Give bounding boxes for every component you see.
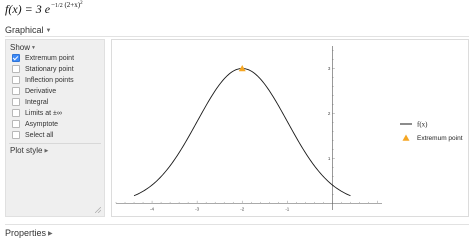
x-tick-label: -3 xyxy=(195,206,199,211)
checkbox-icon[interactable] xyxy=(12,76,20,84)
checkbox-icon[interactable] xyxy=(12,87,20,95)
formula-exponent: −1/2 (2+x)2 xyxy=(51,1,83,9)
chevron-down-icon: ▼ xyxy=(45,28,52,34)
x-tick-label: -4 xyxy=(150,206,154,211)
function-plot: -4 -3 -2 -1 1 2 3 f(x) Extremum point xyxy=(115,46,463,211)
resize-grip-icon[interactable] xyxy=(95,207,101,213)
chevron-right-icon: ▶ xyxy=(44,148,49,154)
option-integral[interactable]: Integral xyxy=(12,97,48,107)
legend-label-f: f(x) xyxy=(417,121,428,129)
show-dropdown[interactable]: Show▼ xyxy=(10,43,36,52)
option-label: Limits at ±∞ xyxy=(25,109,62,117)
option-asymptote[interactable]: Asymptote xyxy=(12,119,58,129)
legend-label-extremum: Extremum point xyxy=(417,135,463,142)
plot-area: -4 -3 -2 -1 1 2 3 f(x) Extremum point xyxy=(111,39,469,217)
option-label: Asymptote xyxy=(25,120,59,128)
option-limits[interactable]: Limits at ±∞ xyxy=(12,108,62,118)
function-formula: f(x) = 3 e−1/2 (2+x)2 xyxy=(5,1,83,22)
checkbox-checked-icon[interactable] xyxy=(12,54,20,62)
option-derivative[interactable]: Derivative xyxy=(12,86,56,96)
axes xyxy=(116,46,382,210)
y-tick-label: 3 xyxy=(328,66,331,71)
section-divider xyxy=(5,224,469,225)
plot-style-toggle[interactable]: Plot style ▶ xyxy=(10,146,48,155)
option-label: Stationary point xyxy=(25,65,74,73)
checkbox-icon[interactable] xyxy=(12,109,20,117)
option-select-all[interactable]: Select all xyxy=(12,130,53,140)
option-inflection-points[interactable]: Inflection points xyxy=(12,75,74,85)
checkbox-icon[interactable] xyxy=(12,131,20,139)
graphical-label: Graphical xyxy=(5,25,44,35)
properties-label: Properties xyxy=(5,228,47,238)
checkbox-icon[interactable] xyxy=(12,120,20,128)
section-divider xyxy=(5,36,469,37)
option-label: Derivative xyxy=(25,87,57,95)
panel-divider xyxy=(9,143,101,144)
formula-lhs: f(x) = 3 xyxy=(5,2,42,16)
option-label: Select all xyxy=(25,131,54,139)
graphical-section-toggle[interactable]: Graphical ▼ xyxy=(5,25,51,35)
x-tick-label: -1 xyxy=(285,206,289,211)
option-label: Extremum point xyxy=(25,54,75,62)
option-extremum-point[interactable]: Extremum point xyxy=(12,53,74,63)
x-tick-label: -2 xyxy=(240,206,244,211)
legend: f(x) Extremum point xyxy=(400,121,463,142)
chevron-right-icon: ▶ xyxy=(48,231,53,237)
series-line-f xyxy=(133,68,351,197)
axis-ticks: -4 -3 -2 -1 1 2 3 xyxy=(115,50,378,211)
legend-swatch-triangle xyxy=(402,134,410,141)
option-stationary-point[interactable]: Stationary point xyxy=(12,64,74,74)
option-label: Inflection points xyxy=(25,76,74,84)
chevron-down-icon: ▼ xyxy=(31,45,36,51)
checkbox-icon[interactable] xyxy=(12,65,20,73)
show-label: Show xyxy=(10,43,31,52)
option-label: Integral xyxy=(25,98,49,106)
properties-section-toggle[interactable]: Properties ▶ xyxy=(5,228,53,238)
extremum-marker[interactable] xyxy=(238,64,246,72)
formula-base-e: e xyxy=(44,2,51,16)
y-tick-label: 2 xyxy=(328,111,331,116)
options-panel: Show▼ Extremum point Stationary point In… xyxy=(5,39,105,217)
plot-style-label: Plot style xyxy=(10,146,43,155)
checkbox-icon[interactable] xyxy=(12,98,20,106)
y-tick-label: 1 xyxy=(328,156,331,161)
